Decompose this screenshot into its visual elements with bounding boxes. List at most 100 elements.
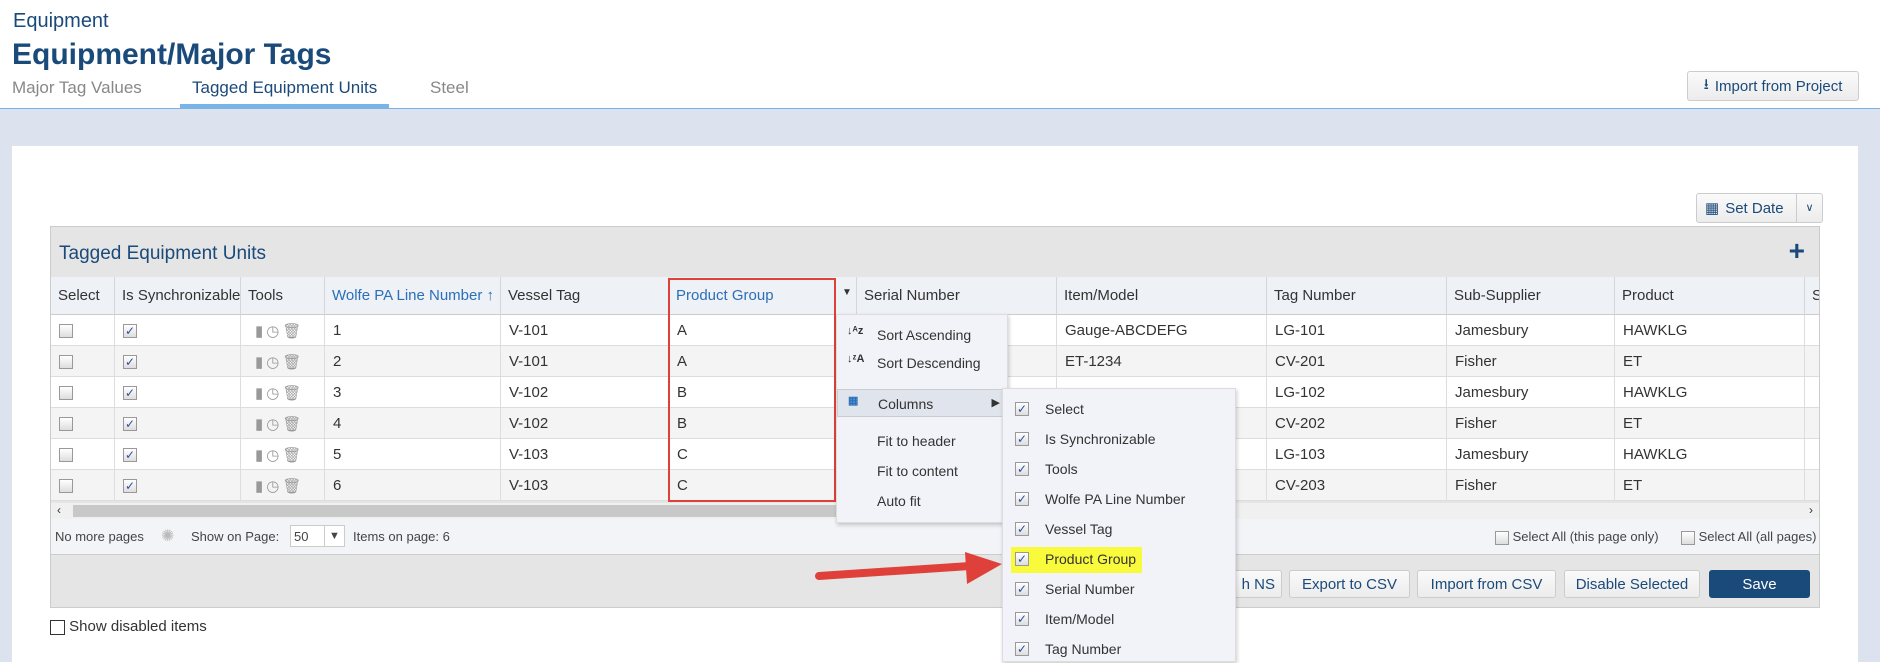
column-visible-checkbox[interactable]: ✓ <box>1015 432 1029 446</box>
cell-vessel: V-103 <box>501 439 669 470</box>
trash-icon[interactable]: 🗑 <box>282 478 301 495</box>
select-all-page-checkbox[interactable]: Select All (this page only) <box>1495 529 1659 545</box>
add-icon[interactable]: + <box>1789 235 1805 267</box>
trash-icon[interactable]: 🗑 <box>282 416 301 433</box>
trash-icon[interactable]: 🗑 <box>282 354 301 371</box>
synchronizable-checkbox[interactable]: ✓ <box>115 470 241 501</box>
cell <box>1805 315 1819 346</box>
row-select-checkbox[interactable] <box>51 439 115 470</box>
select-all-pages-checkbox[interactable]: Select All (all pages) <box>1681 529 1816 545</box>
tab-tagged-equipment-units[interactable]: Tagged Equipment Units <box>180 78 390 108</box>
clock-icon[interactable]: ◷ <box>266 323 279 340</box>
clock-icon[interactable]: ◷ <box>266 416 279 433</box>
column-toggle-item[interactable]: ✓ Product Group <box>1011 547 1143 573</box>
row-tools[interactable]: ▮ ◷ 🗑 <box>241 346 325 377</box>
book-icon[interactable]: ▮ <box>255 478 263 495</box>
tab-steel[interactable]: Steel <box>430 78 469 108</box>
column-header[interactable]: Tag Number <box>1267 277 1447 315</box>
disable-selected-button[interactable]: Disable Selected <box>1564 570 1700 598</box>
cell-tag: LG-103 <box>1267 439 1447 470</box>
context-menu-item[interactable]: Auto fit <box>837 487 1007 515</box>
book-icon[interactable]: ▮ <box>255 416 263 433</box>
column-toggle-item[interactable]: ✓ Vessel Tag <box>1011 517 1118 543</box>
grid-title: Tagged Equipment Units <box>59 243 267 264</box>
cell-line: 3 <box>325 377 501 408</box>
synchronizable-checkbox[interactable]: ✓ <box>115 315 241 346</box>
clock-icon[interactable]: ◷ <box>266 447 279 464</box>
import-from-project-button[interactable]: ⭳ Import from Project <box>1687 71 1859 101</box>
column-header[interactable]: Sub-Supplier <box>1447 277 1615 315</box>
cell-line: 1 <box>325 315 501 346</box>
column-toggle-item[interactable]: ✓ Is Synchronizable <box>1011 427 1162 453</box>
save-button[interactable]: Save <box>1709 570 1810 598</box>
column-visible-checkbox[interactable]: ✓ <box>1015 402 1029 416</box>
page-size-select[interactable]: 50 ▼ <box>290 525 345 547</box>
tab-major-tag-values[interactable]: Major Tag Values <box>12 78 142 108</box>
column-header[interactable]: Serial Number <box>857 277 1057 315</box>
column-menu-icon[interactable]: ▼ <box>837 277 857 315</box>
trash-icon[interactable]: 🗑 <box>282 447 301 464</box>
scroll-right-icon[interactable]: › <box>1809 503 1813 517</box>
row-tools[interactable]: ▮ ◷ 🗑 <box>241 470 325 501</box>
column-toggle-item[interactable]: ✓ Select <box>1011 397 1090 423</box>
page-title: Equipment/Major Tags <box>12 38 332 71</box>
context-menu-item[interactable]: ▦ Columns ▶ <box>837 389 1007 417</box>
column-toggle-item[interactable]: ✓ Tag Number <box>1011 637 1127 663</box>
synchronizable-checkbox[interactable]: ✓ <box>115 346 241 377</box>
context-menu-item[interactable]: ↓ᶻA Sort Descending <box>837 349 1007 377</box>
show-disabled-checkbox[interactable]: Show disabled items <box>50 618 207 635</box>
column-visible-checkbox[interactable]: ✓ <box>1015 522 1029 536</box>
context-menu-item[interactable]: ↓ᴬz Sort Ascending <box>837 321 1007 349</box>
chevron-down-icon[interactable]: ∨ <box>1796 194 1822 222</box>
column-header[interactable]: Product <box>1615 277 1805 315</box>
cell-supplier: Fisher <box>1447 408 1615 439</box>
column-toggle-item[interactable]: ✓ Wolfe PA Line Number <box>1011 487 1191 513</box>
column-header[interactable]: Vessel Tag <box>501 277 669 315</box>
clock-icon[interactable]: ◷ <box>266 354 279 371</box>
column-visible-checkbox[interactable]: ✓ <box>1015 552 1029 566</box>
context-menu-item[interactable]: Fit to content <box>837 457 1007 485</box>
set-date-button[interactable]: ▦ Set Date ∨ <box>1696 193 1823 223</box>
synchronizable-checkbox[interactable]: ✓ <box>115 377 241 408</box>
row-select-checkbox[interactable] <box>51 346 115 377</box>
row-tools[interactable]: ▮ ◷ 🗑 <box>241 408 325 439</box>
clock-icon[interactable]: ◷ <box>266 478 279 495</box>
cell-product: HAWKLG <box>1615 439 1805 470</box>
show-on-page-label: Show on Page: <box>191 529 280 544</box>
import-csv-button[interactable]: Import from CSV <box>1417 570 1556 598</box>
column-visible-checkbox[interactable]: ✓ <box>1015 642 1029 656</box>
column-header[interactable]: Is Synchronizable <box>115 277 241 315</box>
column-toggle-item[interactable]: ✓ Item/Model <box>1011 607 1120 633</box>
row-select-checkbox[interactable] <box>51 470 115 501</box>
column-header[interactable]: Wolfe PA Line Number ↑ <box>325 277 501 315</box>
trash-icon[interactable]: 🗑 <box>282 323 301 340</box>
column-toggle-item[interactable]: ✓ Serial Number <box>1011 577 1140 603</box>
row-tools[interactable]: ▮ ◷ 🗑 <box>241 439 325 470</box>
book-icon[interactable]: ▮ <box>255 385 263 402</box>
column-header[interactable]: Tools <box>241 277 325 315</box>
column-visible-checkbox[interactable]: ✓ <box>1015 612 1029 626</box>
column-toggle-item[interactable]: ✓ Tools <box>1011 457 1084 483</box>
book-icon[interactable]: ▮ <box>255 447 263 464</box>
column-visible-checkbox[interactable]: ✓ <box>1015 462 1029 476</box>
column-header[interactable]: Item/Model <box>1057 277 1267 315</box>
row-select-checkbox[interactable] <box>51 315 115 346</box>
row-select-checkbox[interactable] <box>51 408 115 439</box>
context-menu-item[interactable]: Fit to header <box>837 427 1007 455</box>
synchronizable-checkbox[interactable]: ✓ <box>115 408 241 439</box>
row-select-checkbox[interactable] <box>51 377 115 408</box>
trash-icon[interactable]: 🗑 <box>282 385 301 402</box>
book-icon[interactable]: ▮ <box>255 323 263 340</box>
synchronizable-checkbox[interactable]: ✓ <box>115 439 241 470</box>
column-visible-checkbox[interactable]: ✓ <box>1015 492 1029 506</box>
row-tools[interactable]: ▮ ◷ 🗑 <box>241 315 325 346</box>
export-csv-button[interactable]: Export to CSV <box>1289 570 1410 598</box>
column-visible-checkbox[interactable]: ✓ <box>1015 582 1029 596</box>
book-icon[interactable]: ▮ <box>255 354 263 371</box>
chevron-down-icon[interactable]: ▼ <box>324 526 344 546</box>
column-header[interactable]: Select <box>51 277 115 315</box>
column-header[interactable]: S <box>1805 277 1819 315</box>
clock-icon[interactable]: ◷ <box>266 385 279 402</box>
row-tools[interactable]: ▮ ◷ 🗑 <box>241 377 325 408</box>
scroll-left-icon[interactable]: ‹ <box>57 503 61 517</box>
